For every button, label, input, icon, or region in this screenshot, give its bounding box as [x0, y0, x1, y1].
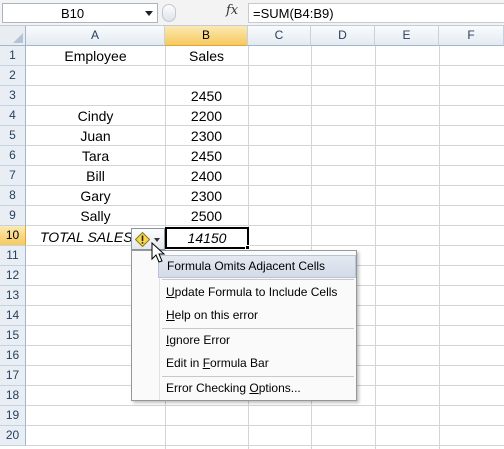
menu-item-label: ptions...	[258, 381, 301, 395]
row-header[interactable]: 13	[0, 286, 26, 306]
chevron-down-icon[interactable]	[145, 11, 153, 16]
cell-b8[interactable]: 2300	[165, 186, 248, 206]
cell-b7[interactable]: 2400	[165, 166, 248, 186]
cell-b4[interactable]: 2200	[165, 106, 248, 126]
menu-title-formula-omits: Formula Omits Adjacent Cells	[158, 255, 356, 278]
name-box-value: B10	[61, 6, 85, 21]
error-checking-menu: Formula Omits Adjacent Cells Update Form…	[131, 250, 357, 401]
cell-a4[interactable]: Cindy	[26, 106, 165, 126]
column-header-e[interactable]: E	[375, 26, 439, 46]
menu-item-accelerator: F	[202, 356, 211, 370]
column-header-b[interactable]: B	[165, 26, 248, 46]
gridline	[439, 46, 440, 449]
row-header[interactable]: 18	[0, 386, 26, 406]
menu-item-help-on-error[interactable]: Help on this error	[160, 304, 356, 327]
cell-a5[interactable]: Juan	[26, 126, 165, 146]
name-box[interactable]: B10	[2, 3, 158, 23]
row-header[interactable]: 17	[0, 366, 26, 386]
column-header-c[interactable]: C	[248, 26, 311, 46]
menu-item-label-pre: Edit in	[166, 356, 203, 370]
cell-a10[interactable]: TOTAL SALES	[40, 227, 133, 247]
cell-a1[interactable]: Employee	[26, 46, 165, 66]
row-header[interactable]: 12	[0, 266, 26, 286]
menu-item-error-checking-options[interactable]: Error Checking Options...	[160, 377, 356, 400]
formula-input[interactable]: =SUM(B4:B9)	[248, 3, 504, 23]
column-header-a[interactable]: A	[26, 26, 165, 46]
gridline	[26, 445, 504, 446]
gridline	[26, 425, 504, 426]
cell-b1[interactable]: Sales	[165, 46, 248, 66]
select-all-triangle-icon	[13, 33, 23, 43]
row-header[interactable]: 9	[0, 206, 26, 226]
row-header[interactable]: 15	[0, 326, 26, 346]
row-header[interactable]: 4	[0, 106, 26, 126]
formula-bar-resize-handle[interactable]	[162, 4, 176, 22]
cell-b6[interactable]: 2450	[165, 146, 248, 166]
warning-diamond-icon	[135, 232, 150, 247]
cell-a6[interactable]: Tara	[26, 146, 165, 166]
active-cell-b10[interactable]: 14150	[165, 227, 249, 249]
row-header-selected[interactable]: 10	[0, 226, 26, 246]
cell-b3[interactable]: 2450	[165, 86, 248, 106]
menu-item-label: elp on this error	[174, 308, 259, 322]
cell-b5[interactable]: 2300	[165, 126, 248, 146]
menu-item-label: ormula Bar	[210, 356, 269, 370]
cell-a8[interactable]: Gary	[26, 186, 165, 206]
insert-function-icon[interactable]: fx	[226, 3, 238, 18]
menu-item-label: gnore Error	[169, 333, 231, 347]
menu-item-accelerator: H	[166, 308, 175, 322]
gridline	[26, 405, 504, 406]
formula-bar: B10 fx =SUM(B4:B9)	[0, 0, 504, 26]
row-header[interactable]: 16	[0, 346, 26, 366]
menu-item-ignore-error[interactable]: Ignore Error	[160, 329, 356, 352]
row-header[interactable]: 5	[0, 126, 26, 146]
menu-separator	[162, 279, 354, 280]
row-header[interactable]: 6	[0, 146, 26, 166]
menu-item-update-formula[interactable]: Update Formula to Include Cells	[160, 281, 356, 304]
row-header[interactable]: 19	[0, 406, 26, 426]
gridline	[375, 46, 376, 449]
column-header-d[interactable]: D	[311, 26, 375, 46]
menu-item-label-pre: Error Checking	[166, 381, 250, 395]
row-header[interactable]: 2	[0, 66, 26, 86]
select-all-button[interactable]	[0, 26, 26, 46]
cell-a9[interactable]: Sally	[26, 206, 165, 226]
cell-a7[interactable]: Bill	[26, 166, 165, 186]
cell-b9[interactable]: 2500	[165, 206, 248, 226]
row-header[interactable]: 14	[0, 306, 26, 326]
column-header-f[interactable]: F	[439, 26, 504, 46]
mouse-pointer-icon	[151, 242, 166, 263]
row-header[interactable]: 3	[0, 86, 26, 106]
row-header[interactable]: 20	[0, 426, 26, 446]
row-header[interactable]: 7	[0, 166, 26, 186]
row-header[interactable]: 8	[0, 186, 26, 206]
formula-text: =SUM(B4:B9)	[253, 6, 334, 21]
menu-item-accelerator: O	[249, 381, 259, 395]
menu-item-label: pdate Formula to Include Cells	[174, 285, 338, 299]
row-header[interactable]: 11	[0, 246, 26, 266]
row-header[interactable]: 1	[0, 46, 26, 66]
cell-b10-value: 14150	[187, 230, 227, 246]
gridline	[26, 85, 504, 86]
menu-item-accelerator: U	[166, 285, 175, 299]
menu-item-edit-in-formula-bar[interactable]: Edit in Formula Bar	[160, 352, 356, 375]
